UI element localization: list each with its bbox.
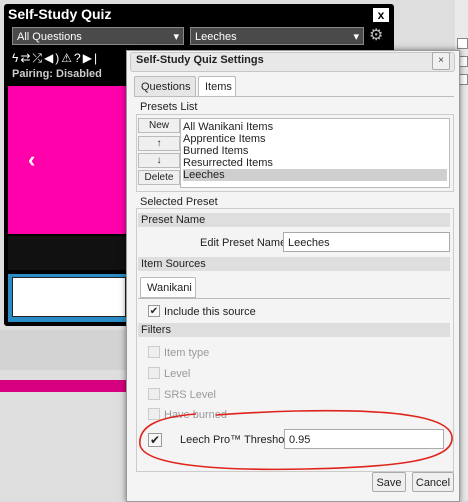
chevron-down-icon: ▾ xyxy=(173,31,179,43)
filter-srs-label: SRS Level xyxy=(164,389,216,401)
item-sources-band: Item Sources xyxy=(138,257,450,271)
tab-divider xyxy=(134,96,454,97)
presets-list-title: Presets List xyxy=(140,101,198,113)
preset-select[interactable]: Leeches ▾ xyxy=(190,27,364,45)
audio-icon[interactable]: ◀) xyxy=(44,51,61,65)
preset-name-band: Preset Name xyxy=(138,213,450,227)
item-type-checkbox[interactable] xyxy=(148,346,160,358)
tab-items[interactable]: Items xyxy=(198,76,236,97)
quiz-info-bar xyxy=(8,236,126,270)
red-annotation-circle xyxy=(139,409,453,471)
list-item[interactable]: Resurrected Items xyxy=(183,157,447,169)
quiz-toolbar: ϟ⇄⤮◀)⚠?▶| xyxy=(12,51,99,66)
move-up-button[interactable]: ↑ xyxy=(138,136,180,151)
new-preset-button[interactable]: New xyxy=(138,118,180,133)
edit-preset-label: Edit Preset Name xyxy=(200,237,287,249)
preset-name-input[interactable]: Leeches xyxy=(283,232,450,252)
list-item[interactable]: Burned Items xyxy=(183,145,447,157)
list-item-selected[interactable]: Leeches xyxy=(183,169,447,181)
shuffle-icon[interactable]: ⤮ xyxy=(32,51,44,65)
presets-list[interactable]: All Wanikani Items Apprentice Items Burn… xyxy=(180,118,450,188)
filter-item-type-label: Item type xyxy=(164,347,210,359)
filter-level-label: Level xyxy=(164,368,191,380)
cancel-button[interactable]: Cancel xyxy=(412,472,454,492)
pairing-status: Pairing: Disabled xyxy=(12,68,102,80)
previous-icon[interactable]: ‹ xyxy=(28,147,35,173)
move-down-button[interactable]: ↓ xyxy=(138,153,180,168)
warning-icon[interactable]: ⚠ xyxy=(61,51,74,65)
dialog-close-button[interactable]: × xyxy=(432,52,450,70)
level-checkbox[interactable] xyxy=(148,367,160,379)
delete-preset-button[interactable]: Delete xyxy=(138,170,180,185)
quiz-item-card xyxy=(8,86,126,234)
list-item[interactable]: Apprentice Items xyxy=(183,133,447,145)
answer-input[interactable] xyxy=(12,277,126,317)
include-source-label: Include this source xyxy=(164,306,256,318)
list-item[interactable]: All Wanikani Items xyxy=(183,121,447,133)
include-source-checkbox[interactable]: ✔ xyxy=(148,305,160,317)
edge-icon xyxy=(457,38,468,49)
tab-wanikani[interactable]: Wanikani xyxy=(140,277,196,298)
question-filter-select[interactable]: All Questions ▾ xyxy=(12,27,184,45)
filters-band: Filters xyxy=(138,323,450,337)
question-filter-value: All Questions xyxy=(17,31,82,43)
selected-preset-title: Selected Preset xyxy=(140,196,218,208)
dialog-title: Self-Study Quiz Settings xyxy=(136,54,264,66)
save-button[interactable]: Save xyxy=(372,472,406,492)
source-tab-divider xyxy=(138,298,450,299)
quiz-close-button[interactable]: x xyxy=(373,8,389,22)
skip-icon[interactable]: ▶| xyxy=(83,51,99,65)
preset-select-value: Leeches xyxy=(195,31,237,43)
srs-level-checkbox[interactable] xyxy=(148,388,160,400)
repeat-icon[interactable]: ⇄ xyxy=(20,51,32,65)
help-icon[interactable]: ? xyxy=(74,51,83,65)
tab-questions[interactable]: Questions xyxy=(134,76,196,96)
chevron-down-icon: ▾ xyxy=(353,31,359,43)
quiz-title: Self-Study Quiz xyxy=(8,6,112,22)
gear-icon[interactable]: ⚙ xyxy=(369,27,383,45)
